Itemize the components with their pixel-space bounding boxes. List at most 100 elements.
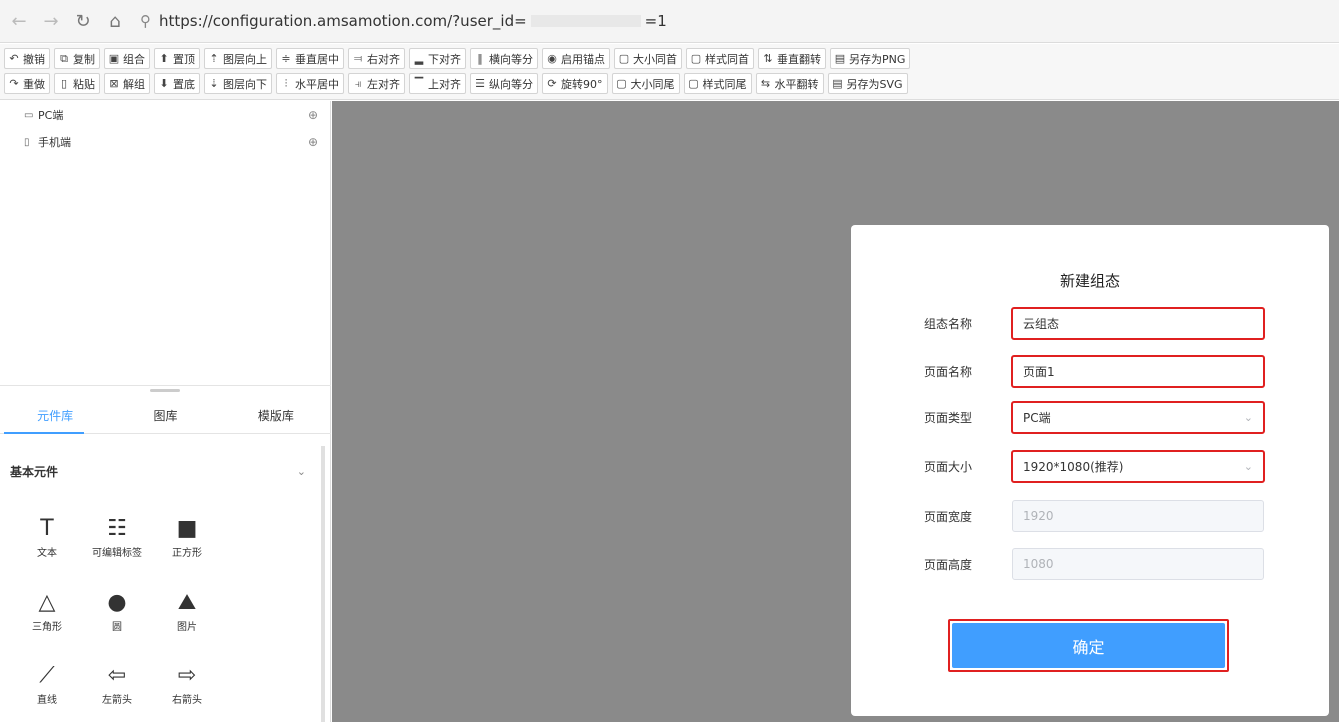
add-page-icon[interactable]: ⊕: [308, 108, 318, 122]
toolbar-button[interactable]: ▢ 样式同尾: [683, 73, 752, 94]
toolbar-label: 旋转90°: [561, 77, 603, 91]
toolbar-button[interactable]: ⧉ 复制: [54, 48, 100, 69]
toolbar-label: 样式同首: [705, 52, 749, 66]
toolbar-icon: ⇣: [209, 77, 219, 90]
toolbar-icon: ▤: [832, 77, 843, 90]
add-page-icon[interactable]: ⊕: [308, 135, 318, 149]
toolbar-button[interactable]: ▣ 组合: [104, 48, 150, 69]
component-item[interactable]: ⇨ 右箭头: [152, 661, 222, 719]
toolbar-button[interactable]: ▤ 另存为PNG: [830, 48, 911, 69]
toolbar-icon: ↶: [9, 52, 19, 65]
toolbar-button[interactable]: ⇅ 垂直翻转: [758, 48, 826, 69]
tab-components[interactable]: 元件库: [0, 398, 110, 434]
toolbar-button[interactable]: ⇣ 图层向下: [204, 73, 272, 94]
component-icon: ⛰: [177, 589, 197, 615]
toolbar-button[interactable]: ⊠ 解组: [104, 73, 150, 94]
component-item[interactable]: △ 三角形: [12, 588, 82, 646]
forward-arrow-icon[interactable]: →: [38, 8, 64, 34]
page-type-select[interactable]: PC端 ⌄: [1011, 401, 1265, 434]
component-item[interactable]: ⇦ 左箭头: [82, 661, 152, 719]
tree-item-mobile[interactable]: ▯ 手机端 ⊕: [24, 133, 324, 151]
toolbar-label: 左对齐: [367, 77, 400, 91]
toolbar-button[interactable]: ⬇ 置底: [154, 73, 200, 94]
page-type-row: 页面类型 PC端 ⌄: [851, 401, 1329, 435]
tab-gallery[interactable]: 图库: [110, 398, 220, 433]
toolbar-icon: ≑: [281, 52, 291, 65]
component-item[interactable]: ⟋ 直线: [12, 661, 82, 719]
toolbar-icon: ⇆: [760, 77, 771, 90]
phone-icon: ▯: [24, 136, 30, 148]
address-bar[interactable]: ⚲ https://configuration.amsamotion.com/?…: [140, 6, 1260, 36]
toolbar-button[interactable]: ▢ 样式同首: [686, 48, 754, 69]
toolbar-button[interactable]: ▤ 另存为SVG: [827, 73, 908, 94]
home-icon[interactable]: ⌂: [102, 8, 128, 34]
toolbar-label: 撤销: [23, 52, 45, 66]
toolbar-row-1: ↶ 撤销 ⧉ 复制 ▣ 组合 ⬆ 置顶 ⇡ 图层向上 ≑ 垂直居中 ⫤ 右对齐 ▂ 下对齐 ‖ 横向等分 ◉ 启用锚点…: [4, 47, 1339, 70]
toolbar-button[interactable]: ☰ 纵向等分: [470, 73, 538, 94]
toolbar-button[interactable]: ⟳ 旋转90°: [542, 73, 608, 94]
toolbar-label: 垂直居中: [295, 52, 339, 66]
confirm-button[interactable]: 确定: [952, 623, 1225, 668]
toolbar-button[interactable]: ⫣ 左对齐: [348, 73, 405, 94]
redacted-user-id: [530, 15, 641, 27]
toolbar-label: 粘贴: [73, 77, 95, 91]
toolbar-button[interactable]: ▢ 大小同首: [614, 48, 682, 69]
toolbar-button[interactable]: ▂ 下对齐: [409, 48, 466, 69]
component-item[interactable]: ☷ 可编辑标签: [82, 514, 152, 572]
toolbar-button[interactable]: ⇆ 水平翻转: [755, 73, 824, 94]
component-icon: ☷: [107, 515, 127, 541]
toolbar-icon: ▢: [690, 52, 702, 65]
toolbar-label: 横向等分: [489, 52, 533, 66]
component-item[interactable]: ● 圆: [82, 588, 152, 646]
url-prefix: https://configuration.amsamotion.com/?us…: [159, 12, 527, 30]
toolbar-label: 重做: [23, 77, 45, 91]
page-name-input[interactable]: 页面1: [1011, 355, 1265, 388]
component-label: 右箭头: [172, 695, 202, 706]
tab-templates[interactable]: 模版库: [221, 398, 331, 433]
toolbar-button[interactable]: ⇡ 图层向上: [204, 48, 272, 69]
toolbar-icon: ⬆: [159, 52, 169, 65]
left-panel: ▭ PC端 ⊕ ▯ 手机端 ⊕ 元件库 图库 模版库 基本元件 ⌄ T 文本 ☷ 可编…: [0, 101, 331, 722]
tree-item-pc[interactable]: ▭ PC端 ⊕: [24, 106, 324, 124]
toolbar-button[interactable]: ‖ 横向等分: [470, 48, 538, 69]
component-item[interactable]: T 文本: [12, 514, 82, 572]
toolbar-icon: ↷: [9, 77, 19, 90]
toolbar-button[interactable]: ◉ 启用锚点: [542, 48, 610, 69]
toolbar-label: 纵向等分: [489, 77, 533, 91]
component-label: 图片: [177, 622, 197, 633]
component-icon: ⇦: [107, 662, 127, 688]
component-label: 左箭头: [102, 695, 132, 706]
url-suffix: =1: [644, 12, 667, 30]
toolbar-button[interactable]: ▔ 上对齐: [409, 73, 466, 94]
toolbar-icon: ⊠: [109, 77, 119, 90]
component-icon: ⇨: [177, 662, 197, 688]
toolbar-button[interactable]: ↶ 撤销: [4, 48, 50, 69]
component-item[interactable]: ■ 正方形: [152, 514, 222, 572]
page-size-select[interactable]: 1920*1080(推荐) ⌄: [1011, 450, 1265, 483]
toolbar-label: 右对齐: [367, 52, 400, 66]
toolbar-button[interactable]: ↷ 重做: [4, 73, 50, 94]
resize-handle[interactable]: [150, 389, 180, 392]
back-arrow-icon[interactable]: ←: [6, 8, 32, 34]
toolbar-button[interactable]: ≑ 垂直居中: [276, 48, 344, 69]
toolbar-button[interactable]: ▢ 大小同尾: [611, 73, 680, 94]
reload-icon[interactable]: ↻: [70, 8, 96, 34]
component-icon: ●: [107, 589, 127, 615]
component-label: 三角形: [32, 622, 62, 633]
toolbar-button[interactable]: ⫶ 水平居中: [276, 73, 344, 94]
scrollbar[interactable]: [321, 446, 325, 722]
page-height-input: 1080: [1012, 548, 1264, 580]
toolbar-label: 下对齐: [428, 52, 461, 66]
basic-components-header[interactable]: 基本元件 ⌄: [10, 459, 310, 483]
monitor-icon: ▭: [24, 109, 34, 121]
toolbar-button[interactable]: ▯ 粘贴: [54, 73, 100, 94]
toolbar-button[interactable]: ⬆ 置顶: [154, 48, 200, 69]
component-item[interactable]: ⛰ 图片: [152, 588, 222, 646]
toolbar-row-2: ↷ 重做 ▯ 粘贴 ⊠ 解组 ⬇ 置底 ⇣ 图层向下 ⫶ 水平居中 ⫣ 左对齐 ▔ 上对齐 ☰ 纵向等分 ⟳ 旋转90…: [4, 72, 1339, 95]
toolbar-label: 置顶: [173, 52, 195, 66]
component-icon: ■: [176, 515, 198, 541]
config-name-input[interactable]: 云组态: [1011, 307, 1265, 340]
toolbar-label: 上对齐: [428, 77, 461, 91]
toolbar-button[interactable]: ⫤ 右对齐: [348, 48, 405, 69]
component-icon: T: [40, 515, 54, 541]
